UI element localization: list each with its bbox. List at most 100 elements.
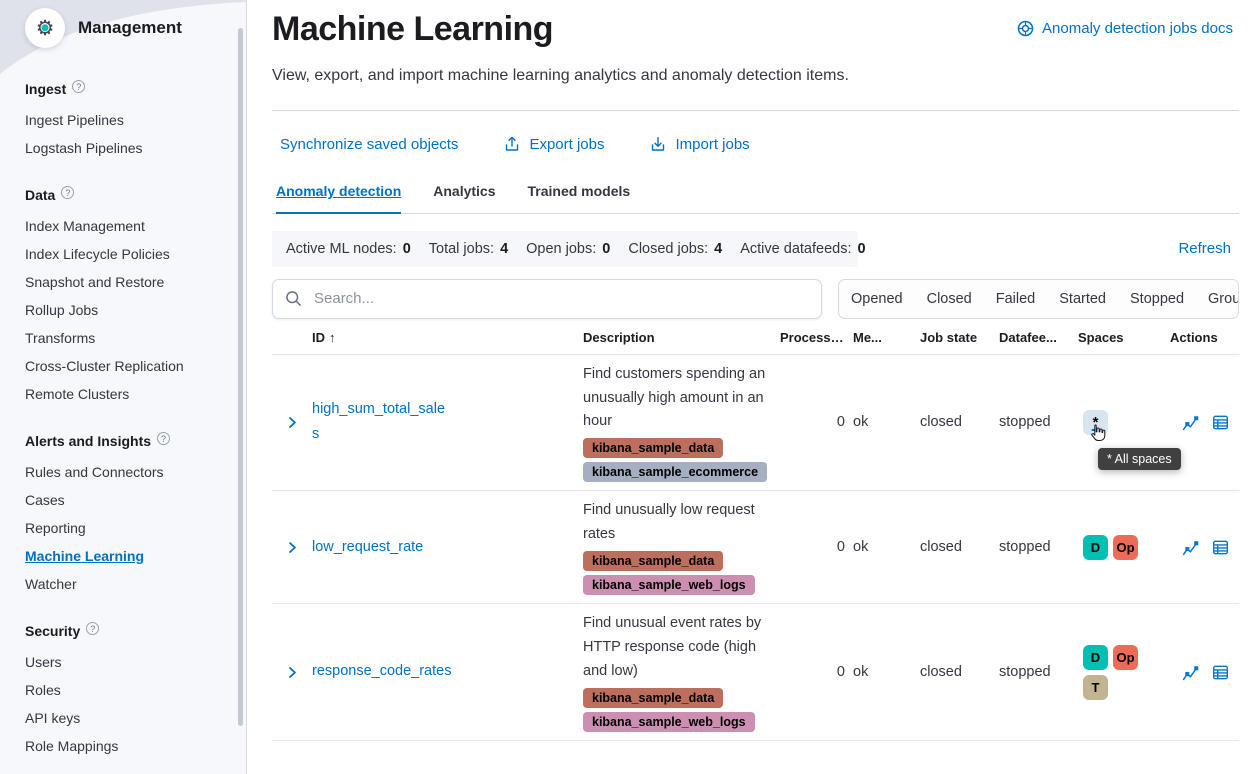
badge-line: kibana_sample_data xyxy=(583,688,780,708)
filter-button-opened[interactable]: Opened xyxy=(839,280,915,318)
column-header-processed-r[interactable]: Processed r... xyxy=(780,330,853,345)
help-icon: ? xyxy=(86,622,99,635)
badge-line: kibana_sample_web_logs xyxy=(583,712,780,732)
sidebar-item-logstash-pipelines[interactable]: Logstash Pipelines xyxy=(25,134,246,162)
export-jobs-link[interactable]: Export jobs xyxy=(504,136,604,153)
import-icon xyxy=(650,136,666,152)
column-header-me[interactable]: Me... xyxy=(853,330,920,345)
sidebar-nav: Ingest? Ingest PipelinesLogstash Pipeline… xyxy=(25,48,246,760)
column-header-datafee[interactable]: Datafee... xyxy=(999,330,1078,345)
sidebar: ⚙ Management Ingest?Ingest PipelinesLogs… xyxy=(0,0,247,774)
stat-value: 0 xyxy=(857,241,865,257)
export-label: Export jobs xyxy=(529,136,604,153)
filter-button-closed[interactable]: Closed xyxy=(915,280,984,318)
table-row: response_code_rates Find unusual event ra… xyxy=(272,604,1239,741)
sidebar-group-security: Security? UsersRolesAPI keysRole Mappings xyxy=(25,623,246,760)
filter-button-stopped[interactable]: Stopped xyxy=(1118,280,1196,318)
sidebar-item-rules-and-connectors[interactable]: Rules and Connectors xyxy=(25,458,246,486)
column-header-id[interactable]: ID ↑ xyxy=(312,330,583,345)
chevron-right-icon xyxy=(286,541,299,554)
filter-button-label: Closed xyxy=(927,291,972,307)
filter-segment: Opened Closed Failed xyxy=(839,280,1047,318)
sidebar-scrollbar[interactable] xyxy=(238,28,243,726)
view-in-single-metric-viewer-icon[interactable] xyxy=(1182,539,1199,556)
view-datafeed-counts-icon[interactable] xyxy=(1212,664,1229,681)
processed-records-value: 0 xyxy=(780,664,853,680)
sidebar-item-rollup-jobs[interactable]: Rollup Jobs xyxy=(25,296,246,324)
filter-button-group[interactable]: Group xyxy=(1196,280,1239,318)
sidebar-item-roles[interactable]: Roles xyxy=(25,676,246,704)
tab-anomaly-detection[interactable]: Anomaly detection xyxy=(276,174,401,214)
column-header-label: Datafee... xyxy=(999,330,1057,345)
index-badge-kibana-sample-web-logs: kibana_sample_web_logs xyxy=(583,712,755,732)
view-in-single-metric-viewer-icon[interactable] xyxy=(1182,414,1199,431)
filter-button-label: Group xyxy=(1208,291,1239,307)
stat-value: 0 xyxy=(602,241,610,257)
space-badge-t[interactable]: T xyxy=(1083,675,1108,700)
column-header-label: ID xyxy=(312,330,325,345)
app: ⚙ Management Ingest?Ingest PipelinesLogs… xyxy=(0,0,1249,774)
stat-value: 0 xyxy=(403,241,411,257)
sidebar-item-remote-clusters[interactable]: Remote Clusters xyxy=(25,380,246,408)
column-header-description[interactable]: Description xyxy=(583,330,780,345)
stat-label: Active ML nodes: xyxy=(286,241,397,257)
sidebar-group-heading: Security? xyxy=(25,623,246,639)
column-header-spaces[interactable]: Spaces xyxy=(1078,330,1170,345)
column-header-actions[interactable]: Actions xyxy=(1170,330,1239,345)
job-description: Find unusual event rates by HTTP respons… xyxy=(583,612,780,684)
sidebar-item-transforms[interactable]: Transforms xyxy=(25,324,246,352)
space-badge-op[interactable]: Op xyxy=(1113,645,1138,670)
processed-records-value: 0 xyxy=(780,539,853,555)
view-in-single-metric-viewer-icon[interactable] xyxy=(1182,664,1199,681)
view-datafeed-counts-icon[interactable] xyxy=(1212,414,1229,431)
docs-link[interactable]: Anomaly detection jobs docs xyxy=(1017,20,1239,37)
tab-analytics[interactable]: Analytics xyxy=(433,174,495,213)
filter-button-started[interactable]: Started xyxy=(1047,280,1118,318)
stat-label: Open jobs: xyxy=(526,241,596,257)
job-id-link[interactable]: low_request_rate xyxy=(312,535,423,560)
sidebar-item-index-management[interactable]: Index Management xyxy=(25,212,246,240)
sidebar-item-users[interactable]: Users xyxy=(25,648,246,676)
sort-ascending-icon: ↑ xyxy=(329,330,336,345)
column-header-job-state[interactable]: Job state xyxy=(920,330,999,345)
description-cell: Find unusually low request rateskibana_s… xyxy=(583,499,780,595)
job-id-link[interactable]: response_code_rates xyxy=(312,659,451,684)
sidebar-item-index-lifecycle-policies[interactable]: Index Lifecycle Policies xyxy=(25,240,246,268)
job-id-link[interactable]: high_sum_total_sales xyxy=(312,397,452,448)
actions-cell xyxy=(1170,414,1239,431)
space-badge-op[interactable]: Op xyxy=(1113,535,1138,560)
column-header-label: Actions xyxy=(1170,330,1218,345)
sidebar-item-cases[interactable]: Cases xyxy=(25,486,246,514)
space-badge-d[interactable]: D xyxy=(1083,645,1108,670)
index-badge-kibana-sample-data: kibana_sample_data xyxy=(583,438,723,458)
sidebar-item-machine-learning[interactable]: Machine Learning xyxy=(25,542,246,570)
column-header-label: Spaces xyxy=(1078,330,1124,345)
view-datafeed-counts-icon[interactable] xyxy=(1212,539,1229,556)
sidebar-title: Management xyxy=(78,18,182,38)
import-jobs-link[interactable]: Import jobs xyxy=(650,136,749,153)
column-header-label: Processed r... xyxy=(780,330,853,345)
tabs: Anomaly detection Analytics Trained models xyxy=(272,174,1239,214)
filter-button-failed[interactable]: Failed xyxy=(984,280,1048,318)
sidebar-item-reporting[interactable]: Reporting xyxy=(25,514,246,542)
sidebar-group-label: Ingest xyxy=(25,81,66,97)
tab-trained-models[interactable]: Trained models xyxy=(528,174,631,213)
refresh-link[interactable]: Refresh xyxy=(1178,240,1239,257)
sidebar-item-role-mappings[interactable]: Role Mappings xyxy=(25,732,246,760)
search-input[interactable] xyxy=(312,289,809,308)
job-stats-bar: Active ML nodes:0Total jobs:4Open jobs:0… xyxy=(272,231,858,267)
sidebar-item-snapshot-and-restore[interactable]: Snapshot and Restore xyxy=(25,268,246,296)
sidebar-group-heading: Data? xyxy=(25,187,246,203)
sidebar-item-api-keys[interactable]: API keys xyxy=(25,704,246,732)
expand-row-button[interactable] xyxy=(272,541,312,554)
expand-row-button[interactable] xyxy=(272,416,312,429)
sidebar-item-cross-cluster-replication[interactable]: Cross-Cluster Replication xyxy=(25,352,246,380)
actions-cell xyxy=(1170,664,1239,681)
sidebar-item-ingest-pipelines[interactable]: Ingest Pipelines xyxy=(25,106,246,134)
space-badge-d[interactable]: D xyxy=(1083,535,1108,560)
stat-label: Active datafeeds: xyxy=(740,241,851,257)
synchronize-saved-objects-link[interactable]: Synchronize saved objects xyxy=(280,136,458,153)
sidebar-item-watcher[interactable]: Watcher xyxy=(25,570,246,598)
expand-row-button[interactable] xyxy=(272,666,312,679)
page-title: Machine Learning xyxy=(272,10,553,49)
